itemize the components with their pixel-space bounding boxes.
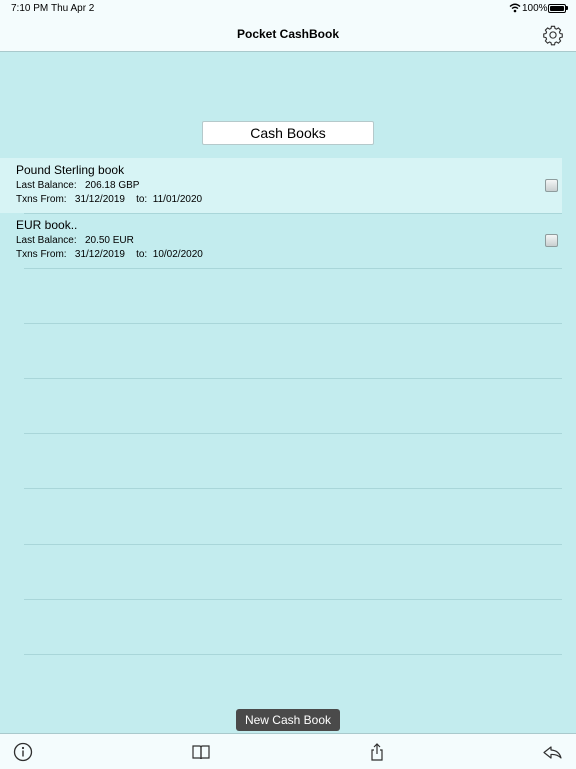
- books-button[interactable]: [191, 742, 211, 762]
- row-separator: [24, 544, 562, 545]
- book-name: EUR book..: [16, 218, 78, 232]
- row-separator: [24, 488, 562, 489]
- balance-value: 20.50 EUR: [84, 235, 134, 246]
- book-dates-line: Txns From: 31/12/2019 to: 11/01/2020: [16, 194, 202, 205]
- from-date: 31/12/2019: [74, 249, 125, 260]
- from-date: 31/12/2019: [74, 194, 125, 205]
- wifi-icon: [509, 3, 521, 13]
- cash-books-header: Cash Books: [202, 121, 374, 145]
- row-separator: [24, 599, 562, 600]
- page-title: Pocket CashBook: [236, 27, 340, 41]
- balance-label: Last Balance:: [16, 235, 77, 246]
- book-dates-line: Txns From: 31/12/2019 to: 10/02/2020: [16, 249, 203, 260]
- info-icon: [13, 742, 33, 762]
- status-bar: 7:10 PM Thu Apr 2 100%: [0, 0, 576, 18]
- balance-value: 206.18 GBP: [84, 180, 140, 191]
- battery-tip: [566, 6, 568, 10]
- back-arrow-icon: [543, 746, 562, 759]
- status-time: 7:10 PM: [11, 3, 49, 14]
- battery-icon: [548, 4, 566, 13]
- book-icon: [192, 745, 210, 760]
- row-separator: [24, 378, 562, 379]
- book-balance-line: Last Balance: 206.18 GBP: [16, 180, 139, 191]
- to-date: 10/02/2020: [152, 249, 203, 260]
- row-separator: [24, 433, 562, 434]
- book-name: Pound Sterling book: [16, 163, 125, 177]
- from-label: Txns From:: [16, 194, 67, 205]
- info-button[interactable]: [13, 742, 33, 762]
- row-separator: [24, 268, 562, 269]
- share-icon: [371, 743, 383, 761]
- navigation-bar: Pocket CashBook: [0, 18, 576, 52]
- to-label: to:: [136, 194, 148, 205]
- new-cash-book-button[interactable]: New Cash Book: [236, 709, 340, 731]
- from-label: Txns From:: [16, 249, 67, 260]
- book-balance-line: Last Balance: 20.50 EUR: [16, 235, 134, 246]
- bottom-toolbar: [0, 733, 576, 769]
- share-button[interactable]: [367, 742, 387, 762]
- row-separator: [24, 323, 562, 324]
- to-date: 11/01/2020: [152, 194, 203, 205]
- battery-percentage: 100%: [522, 3, 548, 14]
- back-button[interactable]: [542, 742, 562, 762]
- book-checkbox[interactable]: [545, 179, 558, 192]
- to-label: to:: [136, 249, 148, 260]
- row-separator: [24, 654, 562, 655]
- book-row-pound-sterling[interactable]: Pound Sterling book Last Balance: 206.18…: [0, 158, 562, 213]
- book-checkbox[interactable]: [545, 234, 558, 247]
- balance-label: Last Balance:: [16, 180, 77, 191]
- book-row-eur[interactable]: EUR book.. Last Balance: 20.50 EUR Txns …: [0, 213, 562, 268]
- gear-icon: [543, 25, 563, 46]
- settings-button[interactable]: [542, 24, 564, 46]
- status-date: Thu Apr 2: [51, 3, 95, 14]
